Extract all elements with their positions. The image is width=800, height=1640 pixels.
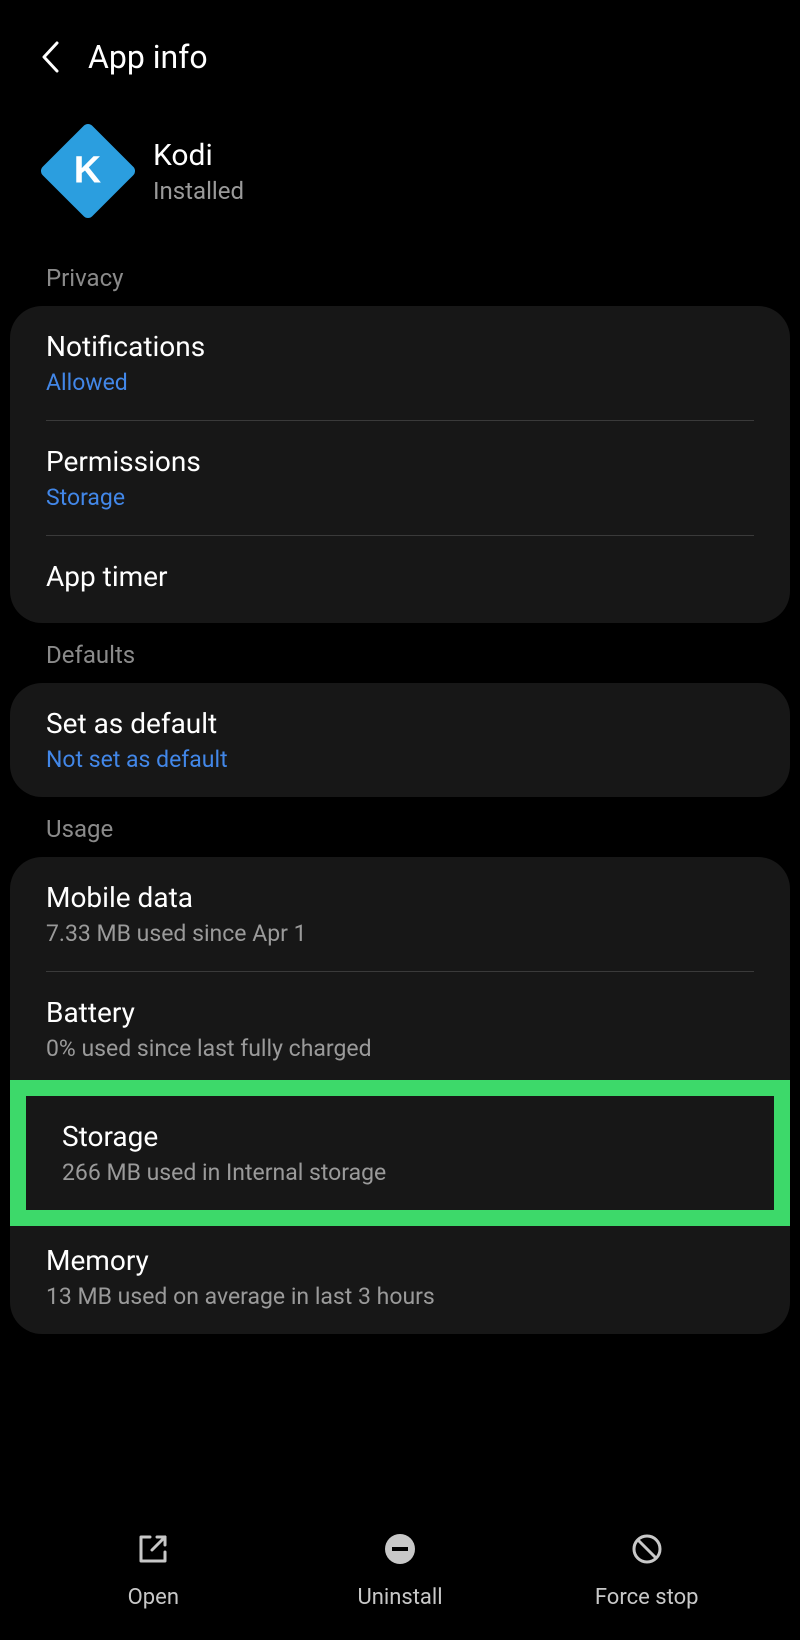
force-stop-icon xyxy=(629,1531,665,1567)
app-name: Kodi xyxy=(153,138,244,173)
section-label-privacy: Privacy xyxy=(0,246,800,306)
page-title: App info xyxy=(88,38,208,76)
storage-title: Storage xyxy=(62,1120,738,1153)
set-default-title: Set as default xyxy=(46,707,754,740)
permissions-value: Storage xyxy=(46,484,754,511)
memory-value: 13 MB used on average in last 3 hours xyxy=(46,1283,754,1310)
open-icon xyxy=(135,1531,171,1567)
app-status: Installed xyxy=(153,177,244,205)
battery-item[interactable]: Battery 0% used since last fully charged xyxy=(10,972,790,1086)
force-stop-button[interactable]: Force stop xyxy=(523,1531,770,1610)
privacy-card: Notifications Allowed Permissions Storag… xyxy=(10,306,790,623)
section-label-defaults: Defaults xyxy=(0,623,800,683)
battery-title: Battery xyxy=(46,996,754,1029)
memory-item[interactable]: Memory 13 MB used on average in last 3 h… xyxy=(10,1220,790,1334)
set-default-item[interactable]: Set as default Not set as default xyxy=(10,683,790,797)
chevron-left-icon xyxy=(40,40,60,74)
mobile-data-value: 7.33 MB used since Apr 1 xyxy=(46,920,754,947)
app-timer-title: App timer xyxy=(46,560,754,593)
uninstall-label: Uninstall xyxy=(357,1585,442,1610)
set-default-value: Not set as default xyxy=(46,746,754,773)
notifications-value: Allowed xyxy=(46,369,754,396)
mobile-data-title: Mobile data xyxy=(46,881,754,914)
section-label-usage: Usage xyxy=(0,797,800,857)
app-header: K Kodi Installed xyxy=(0,106,800,246)
storage-item[interactable]: Storage 266 MB used in Internal storage xyxy=(26,1096,774,1210)
open-button[interactable]: Open xyxy=(30,1531,277,1610)
notifications-item[interactable]: Notifications Allowed xyxy=(10,306,790,420)
permissions-item[interactable]: Permissions Storage xyxy=(10,421,790,535)
notifications-title: Notifications xyxy=(46,330,754,363)
app-icon: K xyxy=(39,122,138,221)
app-timer-item[interactable]: App timer xyxy=(10,536,790,623)
storage-value: 266 MB used in Internal storage xyxy=(62,1159,738,1186)
storage-highlight: Storage 266 MB used in Internal storage xyxy=(10,1080,790,1226)
permissions-title: Permissions xyxy=(46,445,754,478)
memory-title: Memory xyxy=(46,1244,754,1277)
usage-card: Mobile data 7.33 MB used since Apr 1 Bat… xyxy=(10,857,790,1334)
mobile-data-item[interactable]: Mobile data 7.33 MB used since Apr 1 xyxy=(10,857,790,971)
defaults-card: Set as default Not set as default xyxy=(10,683,790,797)
back-button[interactable] xyxy=(40,40,60,74)
uninstall-button[interactable]: Uninstall xyxy=(277,1531,524,1610)
uninstall-icon xyxy=(382,1531,418,1567)
bottom-bar: Open Uninstall Force stop xyxy=(0,1500,800,1640)
battery-value: 0% used since last fully charged xyxy=(46,1035,754,1062)
open-label: Open xyxy=(128,1585,179,1610)
force-stop-label: Force stop xyxy=(595,1585,699,1610)
